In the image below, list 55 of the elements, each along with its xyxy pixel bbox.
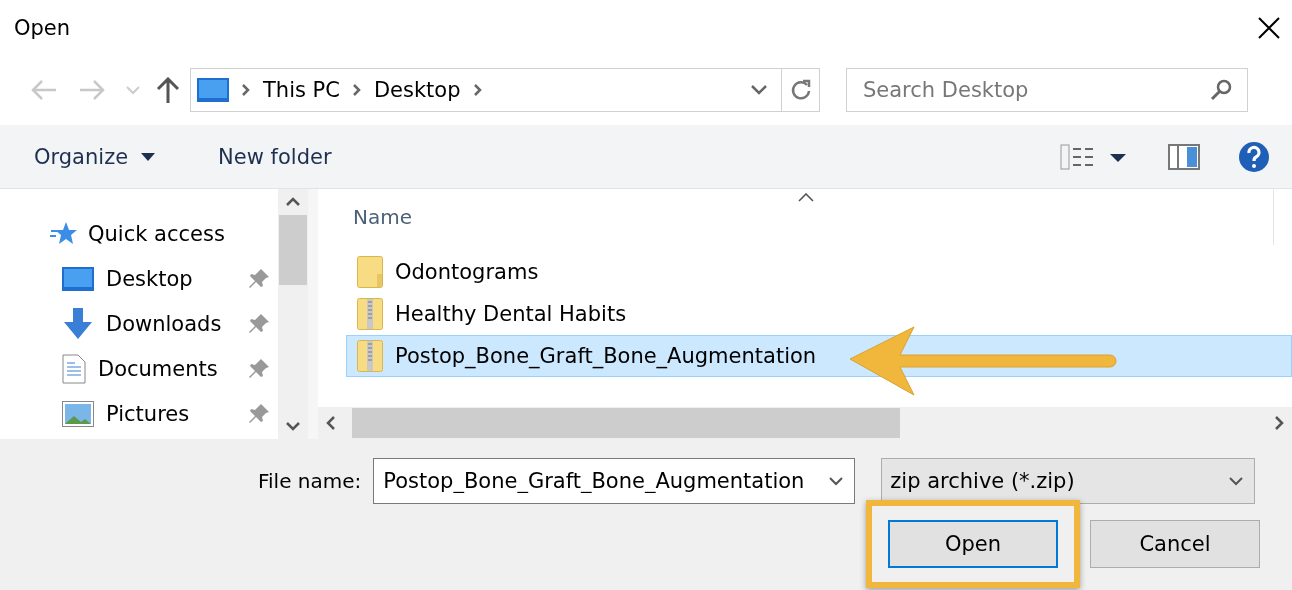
horizontal-scrollbar[interactable] [318, 407, 1292, 439]
preview-pane-icon[interactable] [1168, 143, 1200, 170]
pin-icon[interactable] [248, 357, 270, 380]
caret-down-icon[interactable] [140, 151, 157, 162]
pictures-icon [62, 400, 94, 427]
chevron-down-icon[interactable] [750, 84, 768, 96]
column-header[interactable]: Name [353, 205, 412, 229]
file-type-dropdown[interactable]: zip archive (*.zip) [881, 458, 1256, 504]
scroll-thumb[interactable] [279, 215, 307, 285]
zip-folder-icon [357, 340, 383, 372]
refresh-icon[interactable] [789, 78, 812, 102]
folder-icon [357, 256, 383, 288]
help-icon[interactable] [1238, 140, 1270, 173]
cancel-button[interactable]: Cancel [1090, 520, 1260, 568]
file-row[interactable]: Healthy Dental Habits [346, 293, 1292, 335]
file-name-label: File name: [258, 469, 362, 493]
scroll-thumb[interactable] [352, 408, 900, 438]
window-title: Open [14, 15, 71, 40]
search-icon [1210, 79, 1232, 101]
file-name-field[interactable]: Postop_Bone_Graft_Bone_Augmentation [373, 458, 856, 504]
sort-caret-icon [798, 193, 814, 202]
star-icon [50, 220, 78, 247]
scroll-right-icon[interactable] [1274, 416, 1284, 430]
breadcrumb[interactable]: Desktop [373, 78, 461, 102]
sidebar-item[interactable]: Documents [0, 346, 278, 391]
chevron-down-icon[interactable] [828, 476, 845, 486]
pin-icon[interactable] [248, 312, 270, 335]
monitor-icon [197, 78, 229, 102]
address-bar[interactable]: This PC Desktop [190, 68, 820, 112]
chevron-right-icon[interactable] [351, 83, 362, 97]
document-icon [62, 353, 86, 384]
pin-icon[interactable] [248, 402, 270, 425]
new-folder-button[interactable]: New folder [218, 144, 332, 169]
pin-icon[interactable] [248, 267, 270, 290]
scroll-up-icon[interactable] [286, 197, 300, 207]
scroll-left-icon[interactable] [326, 416, 336, 430]
up-arrow-icon[interactable] [156, 77, 180, 103]
chevron-right-icon[interactable] [241, 83, 251, 97]
sidebar-item[interactable]: Quick access [0, 211, 278, 256]
sidebar-item[interactable]: Downloads [0, 301, 278, 346]
search-field[interactable]: Search Desktop [846, 68, 1248, 112]
close-icon[interactable] [1258, 16, 1280, 39]
vertical-scrollbar[interactable] [278, 189, 308, 439]
sidebar-item[interactable]: Pictures [0, 391, 278, 436]
breadcrumb[interactable]: This PC [263, 78, 340, 102]
scroll-down-icon[interactable] [286, 421, 300, 431]
file-row[interactable]: Odontograms [346, 251, 1292, 293]
chevron-right-icon[interactable] [472, 83, 483, 97]
zip-folder-icon [357, 298, 383, 330]
monitor-icon [62, 266, 94, 291]
organize-menu[interactable]: Organize [34, 144, 157, 169]
chevron-down-icon[interactable] [1228, 476, 1245, 486]
down-arrow-icon [62, 307, 94, 340]
sidebar-item[interactable]: Desktop [0, 256, 278, 301]
open-button[interactable]: Open [888, 520, 1058, 568]
